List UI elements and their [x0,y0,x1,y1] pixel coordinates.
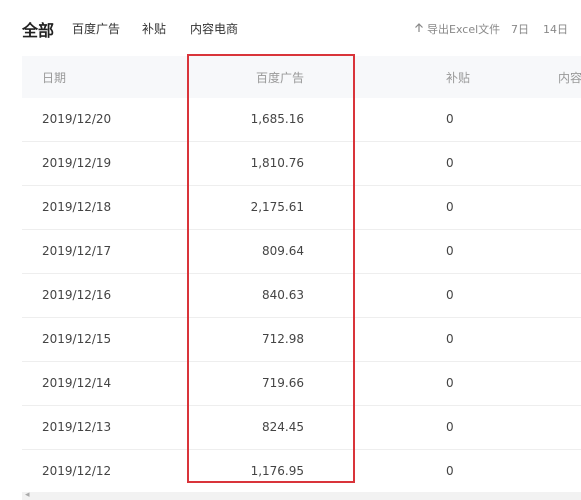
baidu-ads-cell: 840.63 [262,288,304,302]
baidu-ads-cell: 1,176.95 [250,464,304,478]
subsidy-cell: 0 [446,156,454,170]
table-row: 2019/12/12 1,176.95 0 [22,450,581,494]
baidu-ads-cell: 809.64 [262,244,304,258]
date-cell: 2019/12/17 [42,244,112,258]
export-excel-button[interactable]: 导出Excel文件 [414,21,500,37]
date-cell: 2019/12/20 [42,112,112,126]
range-7-days-button[interactable]: 7日 [511,21,529,37]
subsidy-cell: 0 [446,464,454,478]
header-date: 日期 [42,71,67,85]
baidu-ads-cell: 712.98 [262,332,304,346]
date-cell: 2019/12/14 [42,376,112,390]
table-row: 2019/12/13 824.45 0 [22,406,581,450]
table-row: 2019/12/16 840.63 0 [22,274,581,318]
subsidy-cell: 0 [446,420,454,434]
scroll-left-arrow-icon[interactable]: ◂ [25,490,30,500]
subsidy-cell: 0 [446,332,454,346]
baidu-ads-cell: 824.45 [262,420,304,434]
table-row: 2019/12/20 1,685.16 0 [22,98,581,142]
subsidy-cell: 0 [446,288,454,302]
date-cell: 2019/12/18 [42,200,112,214]
subsidy-cell: 0 [446,200,454,214]
table-header: 日期 百度广告 补贴 内容 [22,56,581,98]
upload-arrow-icon [414,23,424,34]
tab-subsidy[interactable]: 补贴 [142,20,166,37]
header-baidu-ads: 百度广告 [255,71,304,85]
export-excel-label: 导出Excel文件 [427,23,501,36]
table-row: 2019/12/15 712.98 0 [22,318,581,362]
baidu-ads-cell: 1,810.76 [250,156,304,170]
table-row: 2019/12/17 809.64 0 [22,230,581,274]
date-cell: 2019/12/16 [42,288,112,302]
header-content: 内容 [558,71,581,85]
range-14-days-button[interactable]: 14日 [543,21,568,37]
subsidy-cell: 0 [446,244,454,258]
date-cell: 2019/12/13 [42,420,112,434]
horizontal-scrollbar[interactable]: ◂ [22,490,581,500]
table-row: 2019/12/14 719.66 0 [22,362,581,406]
table-row: 2019/12/18 2,175.61 0 [22,186,581,230]
subsidy-cell: 0 [446,376,454,390]
tab-all[interactable]: 全部 [22,17,54,41]
baidu-ads-cell: 719.66 [262,376,304,390]
subsidy-cell: 0 [446,112,454,126]
date-cell: 2019/12/12 [42,464,112,478]
table-row: 2019/12/19 1,810.76 0 [22,142,581,186]
tab-content-ecommerce[interactable]: 内容电商 [190,20,238,37]
date-cell: 2019/12/15 [42,332,112,346]
revenue-table: 日期 百度广告 补贴 内容 2019/12/20 1,685.16 0 2019… [22,56,581,500]
baidu-ads-cell: 1,685.16 [250,112,304,126]
tab-baidu-ads[interactable]: 百度广告 [72,20,120,37]
header-subsidy: 补贴 [446,71,471,85]
filter-tabs: 全部 百度广告 补贴 内容电商 导出Excel文件 7日 14日 [0,0,581,56]
baidu-ads-cell: 2,175.61 [250,200,304,214]
date-cell: 2019/12/19 [42,156,112,170]
